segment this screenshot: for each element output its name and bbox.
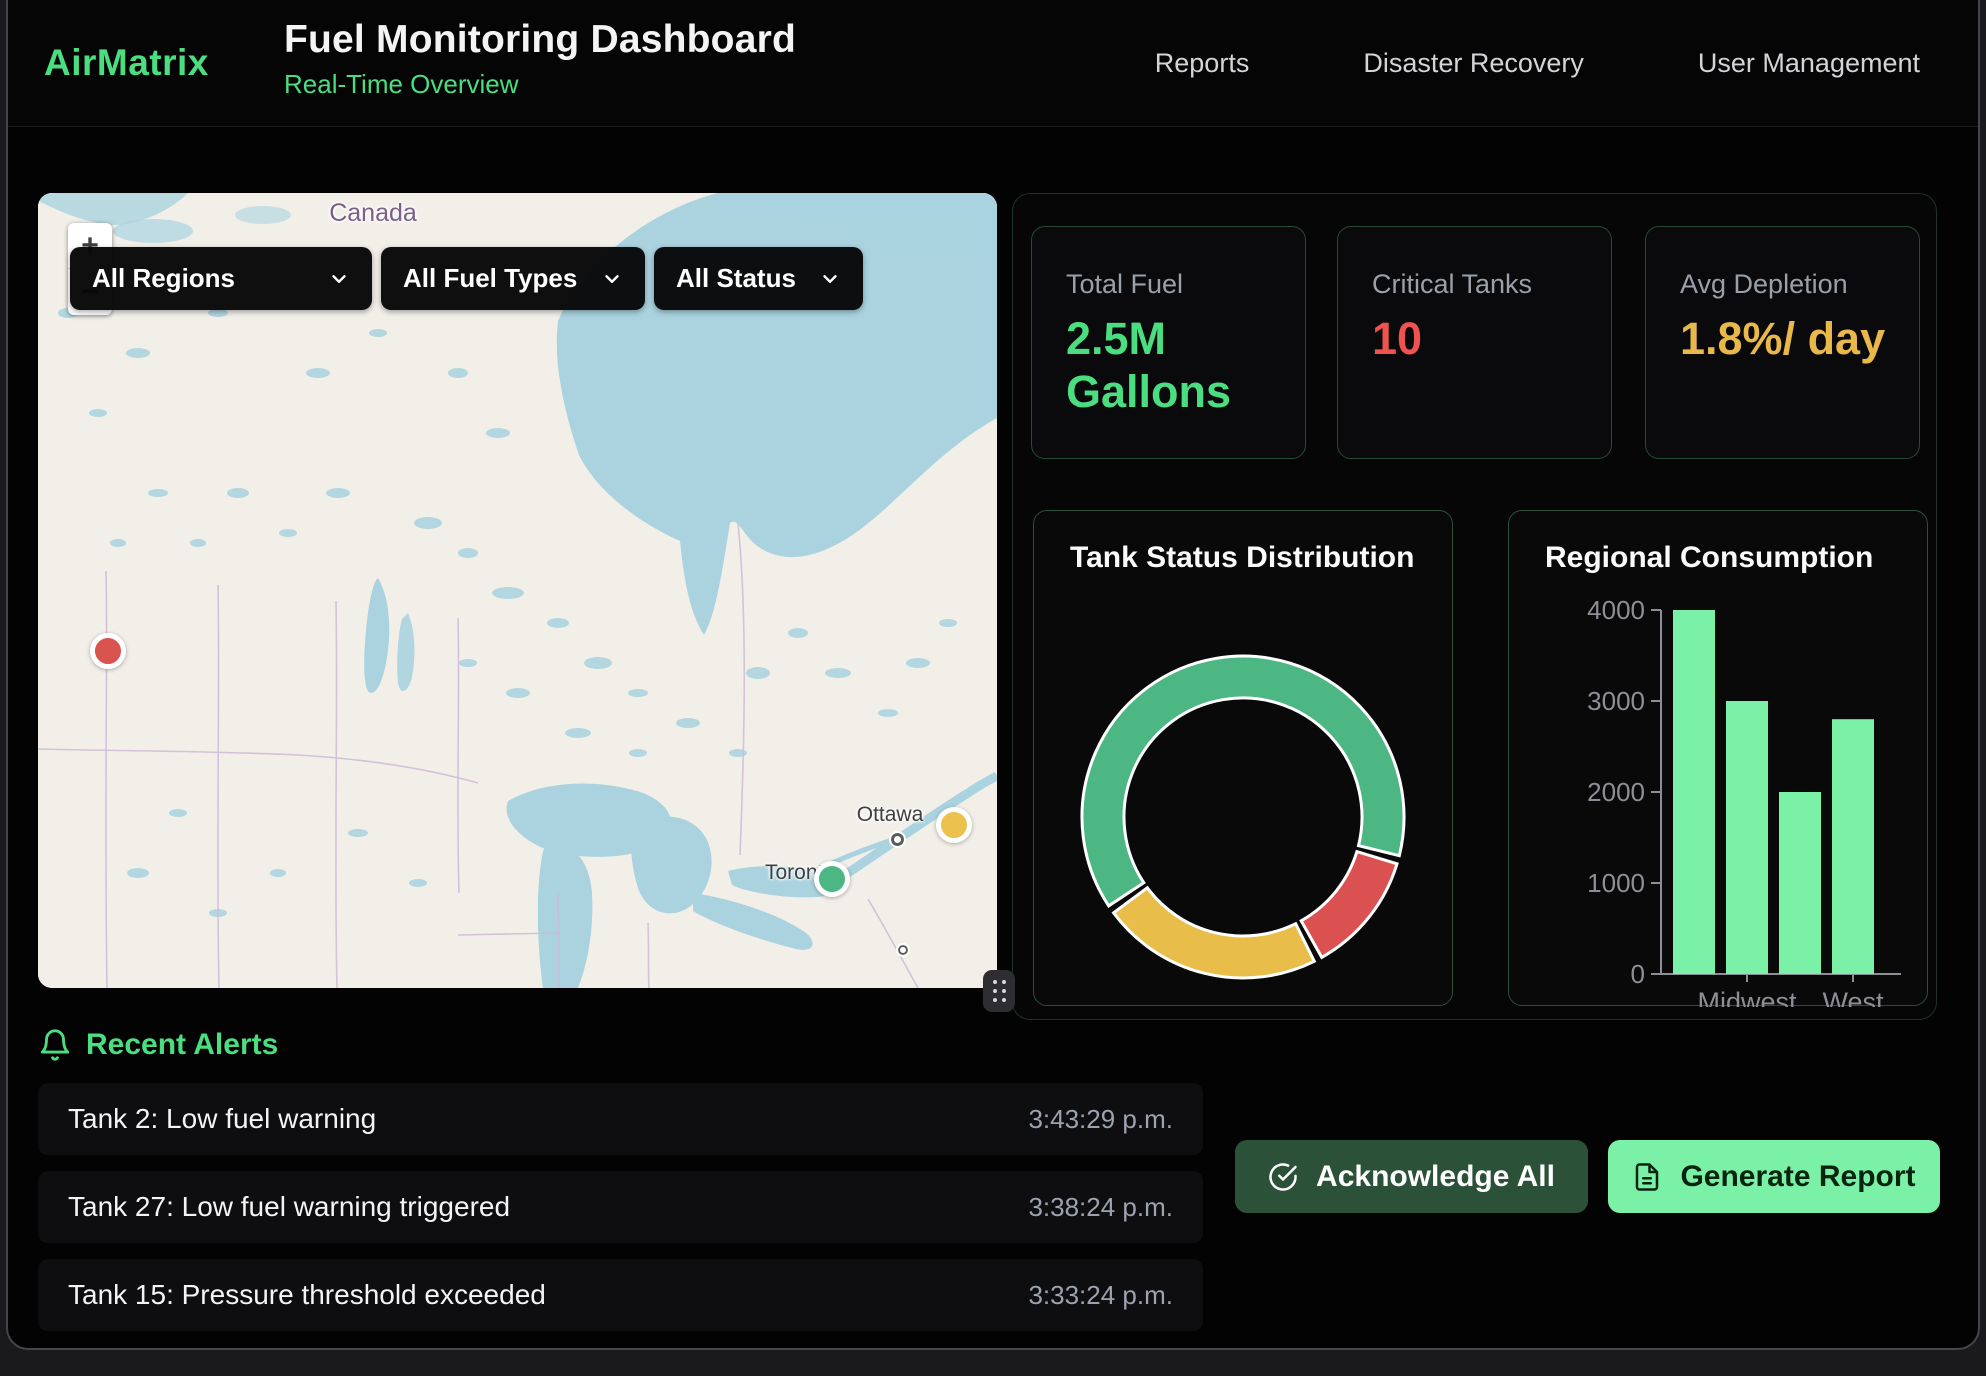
fuel-type-filter-value: All Fuel Types [403,263,577,294]
svg-text:West: West [1822,987,1884,1007]
bar-chart-title: Regional Consumption [1545,541,1873,575]
page-title: Fuel Monitoring Dashboard [284,18,796,62]
check-circle-icon [1268,1162,1298,1192]
map-tiles [38,193,997,988]
alert-message: Tank 15: Pressure threshold exceeded [68,1279,546,1311]
svg-text:Midwest: Midwest [1697,987,1797,1007]
fuel-map[interactable]: Canada Ottawa Toronto New York + − All R… [38,193,997,988]
alert-message: Tank 2: Low fuel warning [68,1103,376,1135]
region-filter-value: All Regions [92,263,235,294]
alert-timestamp: 3:43:29 p.m. [1028,1104,1173,1135]
donut-chart-title: Tank Status Distribution [1070,541,1414,575]
alert-row[interactable]: Tank 15: Pressure threshold exceeded 3:3… [38,1259,1203,1331]
stat-card-avg-depletion: Avg Depletion 1.8%/ day [1645,226,1920,459]
tank-status-donut-chart [1034,511,1454,1007]
stat-value: 1.8%/ day [1680,312,1895,365]
bar-2 [1779,792,1821,974]
acknowledge-all-button[interactable]: Acknowledge All [1235,1140,1588,1213]
main-nav: Reports Disaster Recovery User Managemen… [1155,0,1920,127]
bell-icon [38,1028,72,1062]
regional-consumption-panel: Regional Consumption 0 1000 2000 3000 4000 Mi… [1508,510,1928,1006]
stat-card-total-fuel: Total Fuel 2.5M Gallons [1031,226,1306,459]
alert-timestamp: 3:33:24 p.m. [1028,1280,1173,1311]
svg-text:4000: 4000 [1587,595,1645,625]
svg-text:3000: 3000 [1587,686,1645,716]
status-filter-dropdown[interactable]: All Status [654,247,863,310]
svg-text:0: 0 [1631,959,1645,989]
ottawa-town-icon [891,833,904,846]
alerts-title: Recent Alerts [86,1028,278,1062]
donut-segment-critical [1301,852,1397,958]
chevron-down-icon [601,268,623,290]
fuel-type-filter-dropdown[interactable]: All Fuel Types [381,247,645,310]
stat-label: Critical Tanks [1372,269,1591,300]
metrics-container: Total Fuel 2.5M Gallons Critical Tanks 1… [1012,193,1937,1020]
stat-label: Total Fuel [1066,269,1285,300]
stat-label: Avg Depletion [1680,269,1899,300]
alert-row[interactable]: Tank 2: Low fuel warning 3:43:29 p.m. [38,1083,1203,1155]
chevron-down-icon [819,268,841,290]
stat-value: 10 [1372,312,1587,365]
bar-1 [1726,701,1768,974]
dashboard-stage: AirMatrix Fuel Monitoring Dashboard Real… [0,0,1986,1376]
status-filter-value: All Status [676,263,796,294]
map-filter-bar: All Regions All Fuel Types All Status [70,247,863,310]
regional-consumption-bar-chart: 0 1000 2000 3000 4000 Midwest West [1509,511,1929,1007]
town-dot-icon [898,945,908,955]
region-filter-dropdown[interactable]: All Regions [70,247,372,310]
acknowledge-all-label: Acknowledge All [1316,1160,1555,1194]
tank-marker-critical[interactable] [90,633,126,669]
generate-report-label: Generate Report [1680,1160,1915,1194]
header-bar: AirMatrix Fuel Monitoring Dashboard Real… [6,0,1980,127]
donut-segment-warning [1114,888,1315,978]
tank-status-panel: Tank Status Distribution [1033,510,1453,1006]
alert-row[interactable]: Tank 27: Low fuel warning triggered 3:38… [38,1171,1203,1243]
chevron-down-icon [328,268,350,290]
nav-disaster-recovery[interactable]: Disaster Recovery [1363,48,1584,79]
generate-report-button[interactable]: Generate Report [1608,1140,1940,1213]
nav-reports[interactable]: Reports [1155,48,1250,79]
resize-drag-handle[interactable] [983,970,1015,1012]
map-label-ottawa: Ottawa [857,803,924,827]
stat-value: 2.5M Gallons [1066,312,1281,418]
stat-card-critical-tanks: Critical Tanks 10 [1337,226,1612,459]
alert-message: Tank 27: Low fuel warning triggered [68,1191,510,1223]
tank-marker-warning[interactable] [936,807,972,843]
title-block: Fuel Monitoring Dashboard Real-Time Over… [284,18,796,100]
bar-0 [1673,610,1715,974]
nav-user-management[interactable]: User Management [1698,48,1920,79]
map-label-canada: Canada [293,199,453,228]
alert-timestamp: 3:38:24 p.m. [1028,1192,1173,1223]
file-text-icon [1632,1162,1662,1192]
tank-marker-normal[interactable] [814,861,850,897]
svg-text:1000: 1000 [1587,868,1645,898]
alerts-header: Recent Alerts [38,1028,278,1062]
bar-3 [1832,719,1874,974]
brand-logo: AirMatrix [44,42,209,84]
svg-text:2000: 2000 [1587,777,1645,807]
page-subtitle: Real-Time Overview [284,69,796,100]
